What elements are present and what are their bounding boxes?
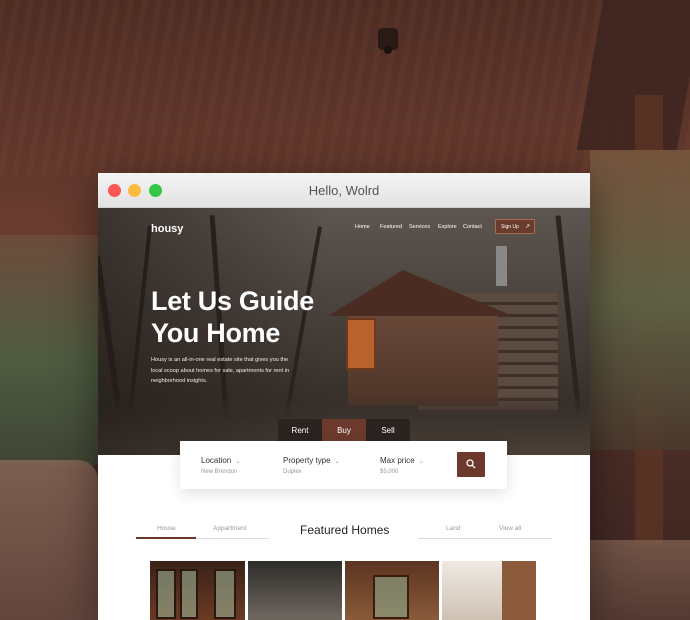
hero-description: Housy is an all-in-one real estate site …	[151, 357, 290, 384]
tab-divider	[196, 538, 269, 539]
featured-title: Featured Homes	[300, 523, 390, 537]
home-card-image[interactable]	[442, 561, 536, 620]
cabin-window	[346, 318, 376, 370]
tab-divider	[418, 538, 552, 539]
ceiling-lamp	[378, 28, 398, 54]
property-type-field[interactable]: Property type ⌄ Duplex	[283, 456, 340, 475]
nav-featured[interactable]: Featured	[380, 224, 402, 230]
background-sofa	[0, 460, 98, 620]
max-price-field[interactable]: Max price ⌄ $5,000	[380, 456, 424, 475]
headline-line-2: You Home	[151, 318, 281, 348]
hero-headline: Let Us Guide You Home	[151, 285, 314, 349]
home-card-image[interactable]	[150, 561, 245, 620]
window-pane	[373, 575, 409, 619]
signup-label: Sign Up	[501, 224, 519, 230]
active-tab-indicator	[136, 537, 196, 539]
window-pane	[156, 569, 176, 619]
browser-window: Hello, Wolrd housy Home Featured Service…	[98, 173, 590, 620]
location-field[interactable]: Location ⌄ New Brendon	[201, 456, 240, 475]
site-logo[interactable]: housy	[151, 223, 183, 235]
listing-type-tabs: Rent Buy Sell	[278, 419, 410, 442]
search-card: Location ⌄ New Brendon Property type ⌄ Dup…	[180, 441, 507, 489]
search-button[interactable]	[457, 452, 485, 477]
window-title: Hello, Wolrd	[308, 183, 380, 198]
headline-line-1: Let Us Guide	[151, 286, 314, 316]
home-card-image[interactable]	[248, 561, 342, 620]
background-sofa-right	[590, 540, 690, 620]
max-price-label: Max price	[380, 456, 415, 465]
nav-home[interactable]: Home	[355, 224, 370, 230]
wood-wall	[502, 561, 536, 620]
external-link-icon: ↗	[524, 224, 530, 230]
search-icon	[466, 459, 476, 469]
featured-tab-appartment[interactable]: Appartment	[213, 525, 247, 532]
window-pane	[180, 569, 198, 619]
window-pane	[214, 569, 236, 619]
property-type-value: Duplex	[283, 469, 302, 475]
tab-buy[interactable]: Buy	[322, 419, 366, 442]
signup-button[interactable]: Sign Up ↗	[495, 219, 535, 234]
location-label: Location	[201, 456, 232, 465]
hero-section: housy Home Featured Services Explore Con…	[98, 208, 590, 455]
chevron-down-icon: ⌄	[418, 459, 424, 465]
tab-sell[interactable]: Sell	[366, 419, 410, 442]
background-window-right	[590, 150, 690, 450]
location-value: New Brendon	[201, 469, 238, 475]
nav-contact[interactable]: Contact	[463, 224, 482, 230]
chevron-down-icon: ⌄	[235, 459, 241, 465]
home-card-image[interactable]	[345, 561, 439, 620]
tab-rent[interactable]: Rent	[278, 419, 322, 442]
chevron-down-icon: ⌄	[334, 459, 340, 465]
nav-explore[interactable]: Explore	[438, 224, 457, 230]
max-price-value: $5,000	[380, 469, 399, 475]
property-type-label: Property type	[283, 456, 331, 465]
view-all-link[interactable]: View all	[499, 525, 521, 532]
nav-services[interactable]: Services	[409, 224, 430, 230]
cabin-roof	[328, 270, 513, 316]
background-window-left	[0, 235, 98, 465]
featured-tab-land[interactable]: Land	[446, 525, 460, 532]
featured-tab-house[interactable]: House	[157, 525, 176, 532]
window-titlebar: Hello, Wolrd	[98, 173, 590, 208]
